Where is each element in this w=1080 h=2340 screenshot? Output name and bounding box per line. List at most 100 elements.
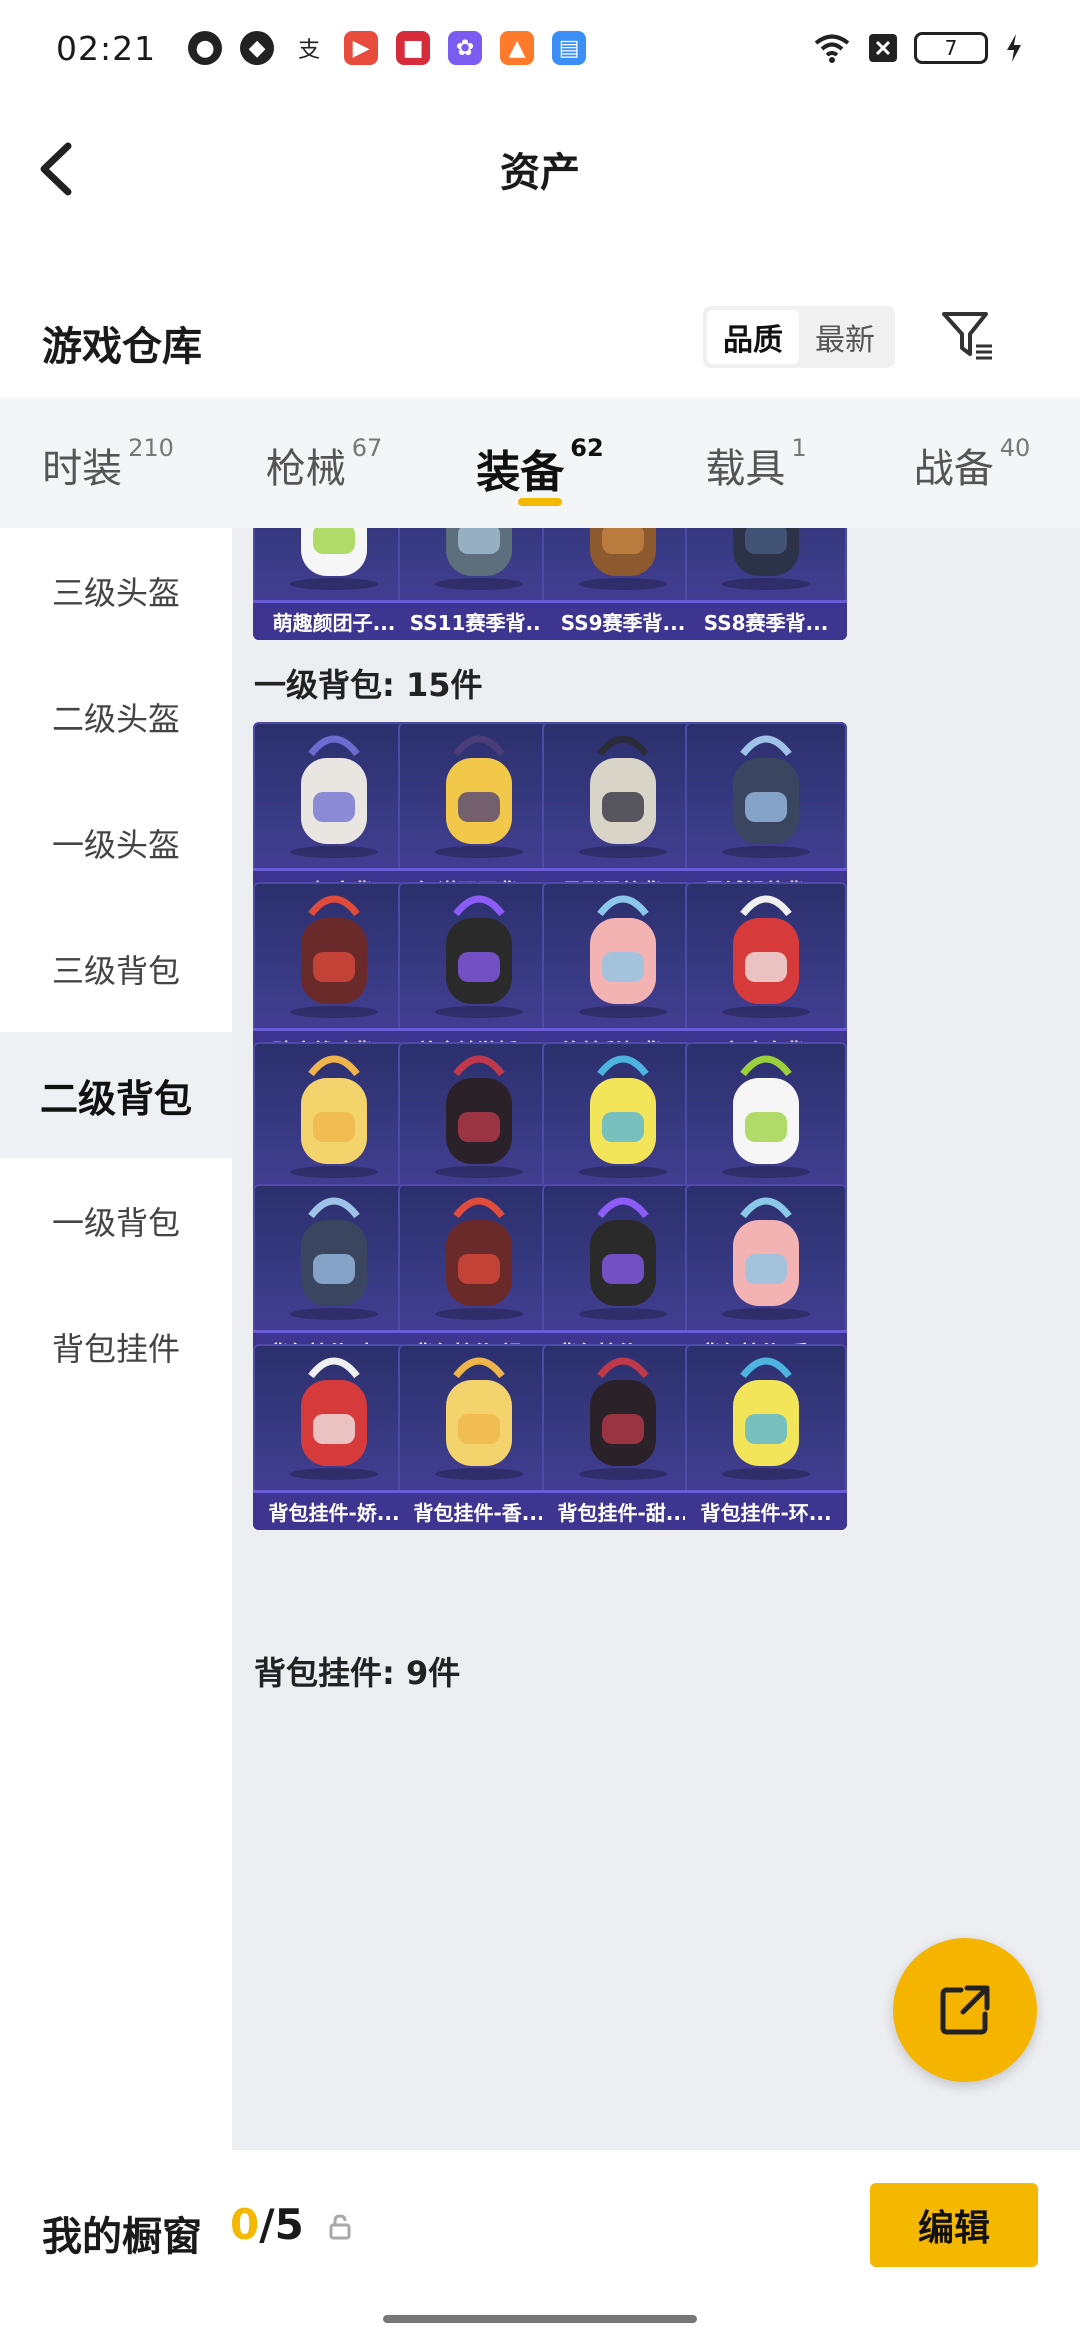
tab-fashion[interactable]: 时装 210 xyxy=(0,398,216,528)
tab-label: 装备 xyxy=(476,447,565,498)
item-name: SS9赛季背... xyxy=(542,600,704,640)
item-image xyxy=(722,528,810,590)
item-image xyxy=(435,1055,523,1178)
showcase-count: 0/5 xyxy=(230,2200,304,2249)
game-app-icon: ▲ xyxy=(500,31,535,65)
item-card[interactable]: 破晓战魂背... xyxy=(253,882,415,1068)
status-time: 02:21 xyxy=(56,28,157,68)
item-image xyxy=(290,895,378,1018)
item-card[interactable]: 异域银装背... xyxy=(685,722,847,908)
category-tabs: 时装 210 枪械 67 装备 62 载具 1 战备 40 xyxy=(0,398,1080,528)
notification-icons: ● ◆ 支 ▶ ■ ✿ ▲ ▤ xyxy=(188,31,587,65)
shield-app-icon: ◆ xyxy=(240,31,275,65)
item-card[interactable]: 巴巴如意背... xyxy=(253,722,415,908)
item-image xyxy=(722,895,810,1018)
item-image xyxy=(579,735,667,858)
item-image xyxy=(722,1357,810,1480)
item-card[interactable]: 背包挂件-银... xyxy=(398,1184,560,1370)
tab-underline xyxy=(518,498,562,506)
tab-firearms[interactable]: 枪械 67 xyxy=(216,398,432,528)
item-image xyxy=(435,735,523,858)
showcase-count-current: 0 xyxy=(230,2200,260,2249)
item-card[interactable]: 放客神游摇... xyxy=(398,882,560,1068)
wechat-icon: ● xyxy=(188,31,223,65)
item-image xyxy=(722,1055,810,1178)
item-name: 背包挂件-娇... xyxy=(253,1490,415,1530)
shop-app-icon: ■ xyxy=(396,31,431,65)
item-card[interactable]: SS9赛季背... xyxy=(542,528,704,640)
tab-combat-gear[interactable]: 战备 40 xyxy=(864,398,1080,528)
battery-icon: 7 xyxy=(914,32,988,64)
item-card[interactable]: 背包挂件-环... xyxy=(685,1344,847,1530)
item-card[interactable]: SS8赛季背... xyxy=(685,528,847,640)
item-image xyxy=(290,1357,378,1480)
battery-level: 7 xyxy=(944,36,958,60)
item-image xyxy=(579,895,667,1018)
home-indicator[interactable] xyxy=(383,2315,697,2323)
item-image xyxy=(435,895,523,1018)
item-card[interactable]: 背包挂件-香... xyxy=(398,1344,560,1530)
item-image xyxy=(722,735,810,858)
item-name: 萌趣颜团子... xyxy=(253,600,415,640)
item-image xyxy=(290,1197,378,1320)
item-image xyxy=(579,1197,667,1320)
item-card[interactable]: 萌趣颜团子... xyxy=(253,528,415,640)
item-image xyxy=(290,528,378,590)
group-label-charm: 背包挂件: 9件 xyxy=(254,1654,461,1692)
video-app-icon: ▶ xyxy=(344,31,379,65)
showcase-label: 我的橱窗 xyxy=(42,2214,202,2260)
sort-latest-button[interactable]: 最新 xyxy=(799,310,891,364)
item-image xyxy=(579,1357,667,1480)
item-image xyxy=(579,1055,667,1178)
item-name: SS11赛季背... xyxy=(398,600,560,640)
sidebar-item-backpack-charm[interactable]: 背包挂件 xyxy=(0,1284,232,1410)
edit-button[interactable]: 编辑 xyxy=(870,2183,1038,2267)
item-image xyxy=(722,1197,810,1320)
tab-count: 67 xyxy=(351,434,383,462)
share-button[interactable] xyxy=(893,1938,1037,2082)
item-image xyxy=(290,735,378,858)
item-card[interactable]: SS11赛季背... xyxy=(398,528,560,640)
item-card[interactable]: 旋转彩虹背... xyxy=(542,882,704,1068)
sidebar-item-backpack-1[interactable]: 一级背包 xyxy=(0,1158,232,1284)
item-card[interactable]: 背包挂件-娇... xyxy=(253,1344,415,1530)
tab-equipment[interactable]: 装备 62 xyxy=(432,398,648,528)
tab-count: 1 xyxy=(791,434,807,462)
status-bar: 02:21 ● ◆ 支 ▶ ■ ✿ ▲ ▤ 7 xyxy=(0,0,1080,96)
sidebar-item-helmet-1[interactable]: 一级头盔 xyxy=(0,780,232,906)
item-card[interactable]: 背包挂件-甜... xyxy=(542,1344,704,1530)
section-title: 游戏仓库 xyxy=(42,324,202,370)
tab-count: 62 xyxy=(570,434,604,462)
sidebar-item-backpack-2[interactable]: 二级背包 xyxy=(0,1032,232,1158)
item-card[interactable]: 玉兔迎春背... xyxy=(685,882,847,1068)
photos-app-icon: ✿ xyxy=(448,31,483,65)
wifi-icon xyxy=(814,34,850,63)
group-label-bag1: 一级背包: 15件 xyxy=(254,666,483,704)
no-sim-icon xyxy=(869,34,897,62)
top-bar: 资产 xyxy=(0,96,1080,246)
app-root: 02:21 ● ◆ 支 ▶ ■ ✿ ▲ ▤ 7 资产 游戏仓库 品质 最新 时装… xyxy=(0,0,1080,2340)
tab-count: 40 xyxy=(999,434,1031,462)
item-name: 背包挂件-环... xyxy=(685,1490,847,1530)
alipay-icon: 支 xyxy=(292,31,327,65)
tab-count: 210 xyxy=(128,434,174,462)
sort-quality-button[interactable]: 品质 xyxy=(707,310,799,364)
page-title: 资产 xyxy=(500,150,580,196)
sidebar: 三级头盔 二级头盔 一级头盔 三级背包 二级背包 一级背包 背包挂件 xyxy=(0,528,232,2150)
item-card[interactable]: 背包挂件-垂... xyxy=(685,1184,847,1370)
showcase-bar: 我的橱窗 0/5 编辑 xyxy=(0,2150,1080,2340)
item-card[interactable]: 背包挂件-未... xyxy=(253,1184,415,1370)
item-image xyxy=(435,1197,523,1320)
item-card[interactable]: 月影灵韵背... xyxy=(542,722,704,908)
item-name: SS8赛季背... xyxy=(685,600,847,640)
tab-label: 枪械 xyxy=(265,446,346,492)
charging-icon xyxy=(1007,34,1021,62)
item-card[interactable]: 智谋强哥背... xyxy=(398,722,560,908)
sidebar-item-backpack-3[interactable]: 三级背包 xyxy=(0,906,232,1032)
tab-vehicles[interactable]: 载具 1 xyxy=(648,398,864,528)
item-card[interactable]: 背包挂件-玉... xyxy=(542,1184,704,1370)
item-image xyxy=(290,1055,378,1178)
filter-icon[interactable] xyxy=(940,308,996,364)
sidebar-item-helmet-3[interactable]: 三级头盔 xyxy=(0,528,232,654)
sidebar-item-helmet-2[interactable]: 二级头盔 xyxy=(0,654,232,780)
